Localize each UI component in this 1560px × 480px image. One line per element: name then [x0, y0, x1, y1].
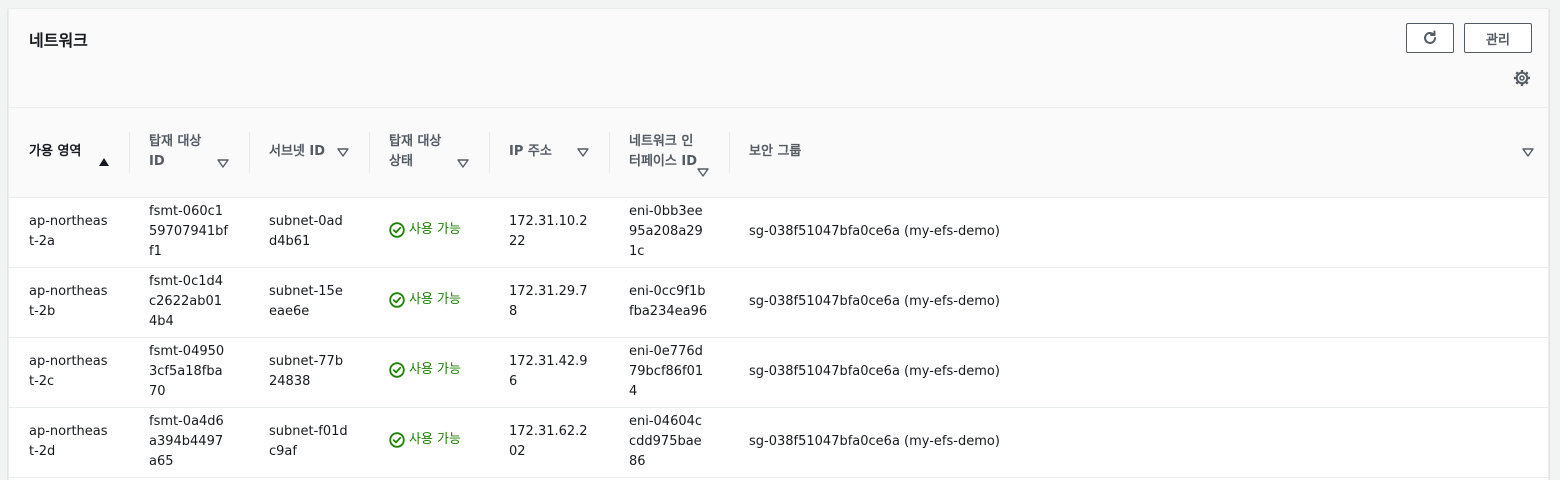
mount-target-state-cell: 사용 가능	[369, 407, 489, 477]
mount-target-id-cell: fsmt-0c1d4c2622ab014b4	[149, 274, 224, 329]
column-header-label: 네트워크 인터페이스 ID	[629, 134, 697, 170]
security-group-cell: sg-038f51047bfa0ce6a (my-efs-demo)	[749, 224, 1000, 239]
panel-header: 네트워크 관리	[9, 9, 1548, 108]
column-divider	[129, 132, 130, 173]
column-divider	[609, 132, 610, 173]
ip-address-cell: 172.31.62.202	[509, 424, 588, 459]
refresh-icon	[1424, 30, 1436, 44]
check-circle-icon	[389, 291, 405, 308]
ip-address-cell: 172.31.10.222	[509, 214, 588, 249]
column-header-security-groups[interactable]: 보안 그룹	[729, 108, 1548, 198]
mount-target-state-cell: 사용 가능	[369, 197, 489, 267]
mount-target-state-cell: 사용 가능	[369, 267, 489, 337]
column-header-label: 탑재 대상 상태	[389, 134, 442, 170]
column-header-mount-target-id[interactable]: 탑재 대상 ID	[129, 108, 249, 198]
availability-zone-cell: ap-northeast-2d	[29, 424, 108, 459]
column-divider	[489, 132, 490, 173]
column-header-label: 보안 그룹	[749, 144, 802, 160]
network-interface-id-cell: eni-0e776d79bcf86f014	[629, 344, 704, 399]
security-group-cell: sg-038f51047bfa0ce6a (my-efs-demo)	[749, 364, 1000, 379]
gear-icon[interactable]	[1513, 69, 1531, 87]
status-badge: 사용 가능	[389, 220, 461, 240]
caret-up-icon	[99, 157, 109, 166]
subnet-id-cell: subnet-0add4b61	[269, 214, 343, 249]
column-header-network-interface-id[interactable]: 네트워크 인터페이스 ID	[609, 108, 729, 198]
network-interface-id-cell: eni-04604ccdd975bae86	[629, 414, 703, 469]
network-interface-id-cell: eni-0bb3ee95a208a291c	[629, 204, 703, 259]
availability-zone-cell: ap-northeast-2a	[29, 214, 108, 249]
check-circle-icon	[389, 361, 405, 378]
availability-zone-cell: ap-northeast-2c	[29, 354, 108, 389]
ip-address-cell: 172.31.42.96	[509, 354, 588, 389]
column-divider	[369, 132, 370, 173]
column-header-label: IP 주소	[509, 144, 552, 160]
status-badge: 사용 가능	[389, 360, 461, 380]
mount-target-state-cell: 사용 가능	[369, 337, 489, 407]
check-circle-icon	[389, 221, 405, 238]
status-text: 사용 가능	[409, 431, 461, 447]
status-badge: 사용 가능	[389, 430, 461, 450]
panel-title: 네트워크	[29, 31, 88, 50]
security-group-cell: sg-038f51047bfa0ce6a (my-efs-demo)	[749, 434, 1000, 449]
table-row[interactable]: ap-northeast-2a fsmt-060c159707941bff1 s…	[9, 197, 1548, 267]
caret-down-icon	[217, 158, 229, 169]
ip-address-cell: 172.31.29.78	[509, 284, 588, 319]
network-table: 가용 영역 탑재 대상 ID 서브넷 ID 탑재 대상 상태 IP 주소 네트워…	[9, 108, 1548, 478]
column-header-label: 서브넷 ID	[269, 144, 326, 160]
column-header-mount-target-state[interactable]: 탑재 대상 상태	[369, 108, 489, 198]
subnet-id-cell: subnet-15eeae6e	[269, 284, 343, 319]
column-header-label: 탑재 대상 ID	[149, 134, 202, 170]
column-divider	[729, 132, 730, 173]
refresh-button[interactable]	[1406, 23, 1454, 53]
caret-down-icon	[1522, 147, 1534, 158]
network-interface-id-cell: eni-0cc9f1bfba234ea96	[629, 284, 708, 319]
subnet-id-cell: subnet-f01dc9af	[269, 424, 348, 459]
availability-zone-cell: ap-northeast-2b	[29, 284, 108, 319]
mount-target-id-cell: fsmt-0a4d6a394b4497a65	[149, 414, 224, 469]
table-row[interactable]: ap-northeast-2d fsmt-0a4d6a394b4497a65 s…	[9, 407, 1548, 477]
mount-target-id-cell: fsmt-060c159707941bff1	[149, 204, 228, 259]
status-badge: 사용 가능	[389, 290, 461, 310]
mount-target-id-cell: fsmt-049503cf5a18fba70	[149, 344, 225, 399]
column-header-subnet-id[interactable]: 서브넷 ID	[249, 108, 369, 198]
column-divider	[249, 132, 250, 173]
caret-down-icon	[337, 147, 349, 158]
column-header-availability-zone[interactable]: 가용 영역	[9, 108, 129, 198]
network-panel: 네트워크 관리 가용 영역 탑재 대상 ID 서브넷 ID 탑재 대상 상태 I…	[8, 8, 1549, 480]
column-header-label: 가용 영역	[29, 144, 82, 160]
caret-down-icon	[577, 147, 589, 158]
manage-button[interactable]: 관리	[1464, 23, 1532, 53]
table-row[interactable]: ap-northeast-2c fsmt-049503cf5a18fba70 s…	[9, 337, 1548, 407]
status-text: 사용 가능	[409, 361, 461, 377]
status-text: 사용 가능	[409, 291, 461, 307]
security-group-cell: sg-038f51047bfa0ce6a (my-efs-demo)	[749, 294, 1000, 309]
check-circle-icon	[389, 431, 405, 448]
subnet-id-cell: subnet-77b24838	[269, 354, 344, 389]
caret-down-icon	[697, 167, 709, 178]
caret-down-icon	[457, 158, 469, 169]
table-header-row: 가용 영역 탑재 대상 ID 서브넷 ID 탑재 대상 상태 IP 주소 네트워…	[9, 108, 1548, 198]
column-header-ip-address[interactable]: IP 주소	[489, 108, 609, 198]
table-row[interactable]: ap-northeast-2b fsmt-0c1d4c2622ab014b4 s…	[9, 267, 1548, 337]
status-text: 사용 가능	[409, 221, 461, 237]
